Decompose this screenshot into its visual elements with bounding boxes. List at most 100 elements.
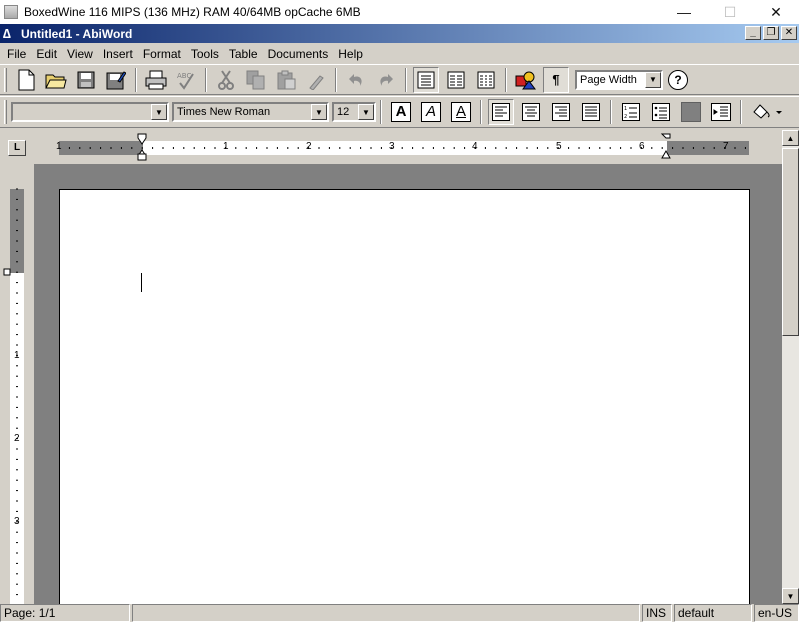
document-page[interactable] xyxy=(59,189,750,604)
ruler-number: 3 xyxy=(14,516,20,527)
save-icon[interactable] xyxy=(73,67,99,93)
status-page: Page: 1/1 xyxy=(0,604,130,622)
two-columns-icon[interactable] xyxy=(443,67,469,93)
document-area xyxy=(34,164,782,604)
abiword-icon: ∆ xyxy=(3,25,11,41)
font-value: Times New Roman xyxy=(177,106,271,118)
menu-documents[interactable]: Documents xyxy=(263,47,334,61)
chevron-down-icon[interactable]: ▼ xyxy=(151,104,167,120)
status-insert-mode: INS xyxy=(642,604,672,622)
style-select[interactable]: ▼ xyxy=(11,102,169,122)
paste-icon[interactable] xyxy=(273,67,299,93)
ruler-number: 7 xyxy=(723,141,729,152)
ruler-number: 5 xyxy=(556,141,562,152)
menu-edit[interactable]: Edit xyxy=(31,47,62,61)
highlight-color-icon[interactable] xyxy=(678,99,704,125)
toolbar-separator xyxy=(505,67,507,92)
numbered-list-icon[interactable]: 12 xyxy=(618,99,644,125)
app-close-button[interactable]: ✕ xyxy=(781,26,797,40)
insert-picture-icon[interactable] xyxy=(513,67,539,93)
align-left-icon[interactable] xyxy=(488,99,514,125)
menu-file[interactable]: File xyxy=(2,47,31,61)
scroll-up-button[interactable]: ▲ xyxy=(782,130,799,146)
copy-icon[interactable] xyxy=(243,67,269,93)
host-close-button[interactable]: ✕ xyxy=(753,0,799,24)
toolbar-area: ABC ¶ Page Width ▼ ? ▼ Times New Roman ▼… xyxy=(0,64,799,130)
ruler-number: 4 xyxy=(472,141,478,152)
format-toolbar: ▼ Times New Roman ▼ 12 ▼ A A A 1 2 xyxy=(0,96,799,128)
indent-icon[interactable] xyxy=(708,99,734,125)
vertical-scrollbar[interactable]: ▲ ▼ xyxy=(782,130,799,604)
toolbar-grip[interactable] xyxy=(4,67,7,92)
undo-icon[interactable] xyxy=(343,67,369,93)
app-minimize-button[interactable]: _ xyxy=(745,26,761,40)
toolbar-separator xyxy=(135,67,137,92)
toolbar-separator xyxy=(335,67,337,92)
one-column-icon[interactable] xyxy=(413,66,439,93)
underline-button[interactable]: A xyxy=(448,99,474,125)
zoom-value: Page Width xyxy=(580,73,637,86)
menu-tools[interactable]: Tools xyxy=(186,47,224,61)
status-message xyxy=(132,604,640,622)
ruler-corner: L xyxy=(0,130,34,164)
align-center-icon[interactable] xyxy=(518,99,544,125)
menu-format[interactable]: Format xyxy=(138,47,186,61)
format-painter-icon[interactable] xyxy=(303,67,329,93)
chevron-down-icon[interactable]: ▼ xyxy=(311,104,327,120)
host-title-bar: BoxedWine 116 MIPS (136 MHz) RAM 40/64MB… xyxy=(0,0,799,24)
host-title: BoxedWine 116 MIPS (136 MHz) RAM 40/64MB… xyxy=(24,5,361,19)
align-justify-icon[interactable] xyxy=(578,99,604,125)
vertical-ruler[interactable]: 1 2 3 xyxy=(0,164,34,604)
status-language: en-US xyxy=(754,604,799,622)
bullet-list-icon[interactable] xyxy=(648,99,674,125)
host-minimize-button[interactable]: — xyxy=(661,0,707,24)
toolbar-separator xyxy=(405,67,407,92)
menu-view[interactable]: View xyxy=(62,47,98,61)
italic-button[interactable]: A xyxy=(418,99,444,125)
app-restore-button[interactable]: ❐ xyxy=(763,26,779,40)
ruler-number: 1 xyxy=(223,141,229,152)
save-as-icon[interactable] xyxy=(103,67,129,93)
menu-bar: File Edit View Insert Format Tools Table… xyxy=(0,43,799,64)
open-folder-icon[interactable] xyxy=(43,67,69,93)
ruler-number: 6 xyxy=(639,141,645,152)
zoom-select[interactable]: Page Width ▼ xyxy=(575,69,663,90)
scroll-thumb[interactable] xyxy=(782,148,799,336)
spellcheck-icon[interactable]: ABC xyxy=(173,67,199,93)
font-select[interactable]: Times New Roman ▼ xyxy=(172,102,329,122)
svg-text:1: 1 xyxy=(624,106,627,112)
cut-icon[interactable] xyxy=(213,67,239,93)
help-icon[interactable]: ? xyxy=(665,67,691,93)
align-right-icon[interactable] xyxy=(548,99,574,125)
text-caret xyxy=(141,273,142,292)
status-bar: Page: 1/1 INS default en-US xyxy=(0,604,799,622)
scroll-down-button[interactable]: ▼ xyxy=(782,588,799,604)
three-columns-icon[interactable] xyxy=(473,67,499,93)
menu-insert[interactable]: Insert xyxy=(98,47,138,61)
ruler-number: 2 xyxy=(306,141,312,152)
app-title: Untitled1 - AbiWord xyxy=(21,26,133,41)
new-document-icon[interactable] xyxy=(13,67,39,93)
redo-icon[interactable] xyxy=(373,67,399,93)
chevron-down-icon[interactable]: ▼ xyxy=(358,104,374,120)
chevron-down-icon[interactable]: ▼ xyxy=(645,71,661,88)
ruler-number: 3 xyxy=(389,141,395,152)
bold-button[interactable]: A xyxy=(388,99,414,125)
toolbar-separator xyxy=(480,100,482,124)
toolbar-grip[interactable] xyxy=(4,100,7,124)
ruler-number: 2 xyxy=(14,433,20,444)
ruler-number: 1 xyxy=(56,141,62,152)
font-size-value: 12 xyxy=(337,106,350,118)
host-maximize-button[interactable]: ☐ xyxy=(707,0,753,24)
svg-text:2: 2 xyxy=(624,114,627,120)
menu-help[interactable]: Help xyxy=(333,47,368,61)
menu-table[interactable]: Table xyxy=(224,47,263,61)
font-size-select[interactable]: 12 ▼ xyxy=(332,102,376,122)
tab-type-selector[interactable]: L xyxy=(8,140,26,156)
standard-toolbar: ABC ¶ Page Width ▼ ? xyxy=(0,64,799,95)
show-formatting-icon[interactable]: ¶ xyxy=(543,66,569,93)
horizontal-ruler[interactable]: 1 1 2 3 4 5 6 7 xyxy=(34,130,782,164)
print-icon[interactable] xyxy=(143,67,169,93)
app-title-bar: ∆ Untitled1 - AbiWord _ ❐ ✕ xyxy=(0,24,799,43)
text-color-icon[interactable] xyxy=(748,99,784,125)
